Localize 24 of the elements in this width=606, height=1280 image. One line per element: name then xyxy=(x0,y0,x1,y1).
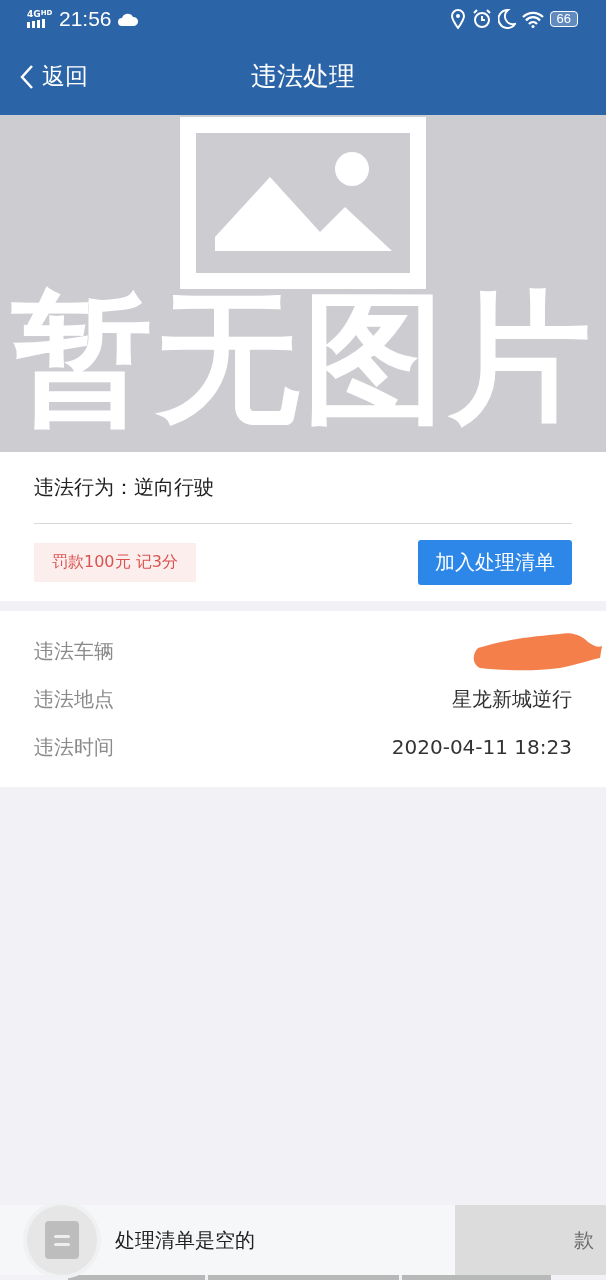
moon-icon xyxy=(497,9,516,29)
network-label: 4G xyxy=(27,10,41,19)
wifi-icon xyxy=(521,10,544,28)
add-to-list-button[interactable]: 加入处理清单 xyxy=(418,540,572,585)
clock-time: 21:56 xyxy=(59,7,112,31)
detail-label: 违法地点 xyxy=(34,685,114,713)
violation-value: 逆向行驶 xyxy=(134,474,214,501)
detail-value: 2020-04-11 18:23 xyxy=(391,735,572,759)
alarm-icon xyxy=(471,9,492,29)
detail-value: 星龙新城逆行 xyxy=(452,685,572,713)
list-icon xyxy=(45,1221,79,1259)
back-button[interactable]: 返回 xyxy=(20,61,88,92)
penalty-tag: 罚款100元 记3分 xyxy=(34,543,196,582)
empty-list-message: 处理清单是空的 xyxy=(115,1226,255,1254)
cloud-icon xyxy=(117,12,138,26)
back-icon xyxy=(20,63,34,90)
signal-icon xyxy=(27,19,47,28)
image-placeholder-icon xyxy=(180,117,426,289)
battery-level: 66 xyxy=(549,11,578,27)
detail-label: 违法时间 xyxy=(34,733,114,761)
location-icon xyxy=(449,9,466,29)
violation-label: 违法行为： xyxy=(34,474,134,501)
page-title: 违法处理 xyxy=(251,60,355,93)
detail-label: 违法车辆 xyxy=(34,637,114,665)
